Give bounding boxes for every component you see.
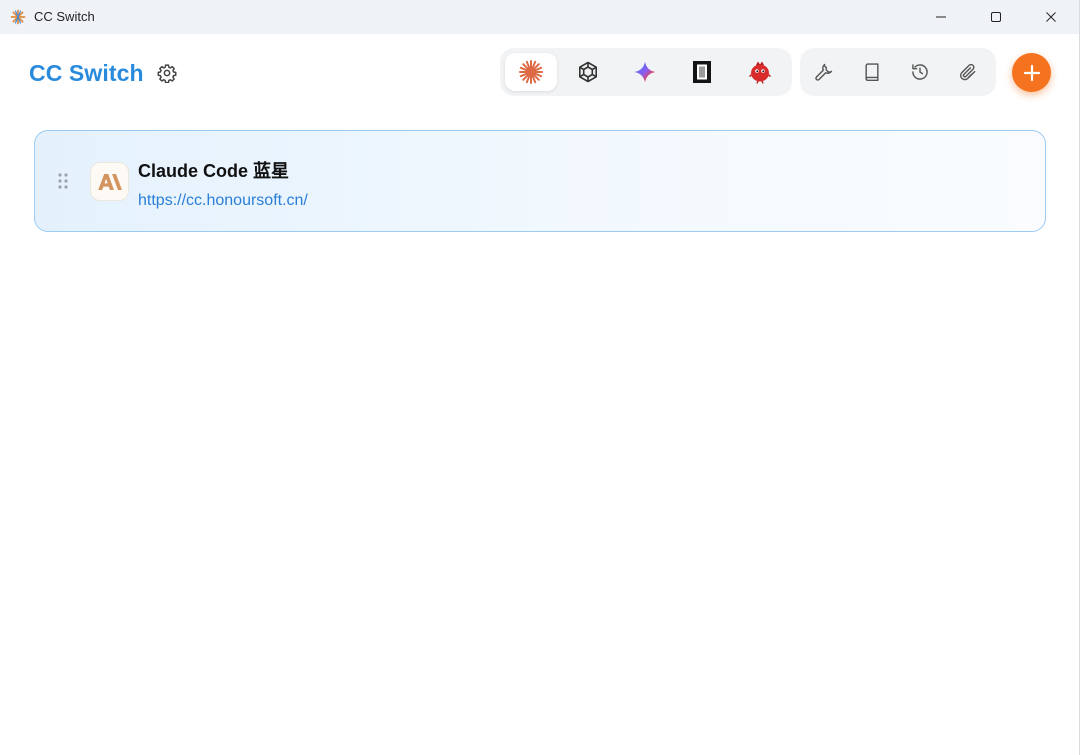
provider-card[interactable]: Claude Code 蓝星 https://cc.honoursoft.cn/ [34,130,1046,232]
app-tab-gemini[interactable] [619,53,671,91]
app-tab-claude[interactable] [505,53,557,91]
app-sunburst-icon [10,9,26,25]
app-brand-title: CC Switch [29,60,144,86]
plus-icon [1023,64,1040,81]
minimize-icon [936,16,946,18]
wrench-icon [815,63,833,81]
title-bar: CC Switch [0,0,1080,34]
book-icon [865,63,879,82]
drag-handle-icon[interactable] [57,171,69,191]
minimize-button[interactable] [914,0,968,34]
add-provider-button[interactable] [1012,53,1051,92]
app-tab-terminal[interactable] [676,53,728,91]
gemini-sparkle-icon [634,61,656,83]
maximize-button[interactable] [969,0,1023,34]
terminal-block-icon [693,61,711,83]
docs-button[interactable] [857,57,887,87]
app-switcher [500,48,792,96]
gear-icon [157,64,177,83]
settings-button[interactable] [154,60,180,86]
tools-toolbar [800,48,996,96]
claude-sunburst-icon [519,60,543,84]
history-button[interactable] [905,57,935,87]
app-tab-bot[interactable] [734,53,786,91]
window-title: CC Switch [34,9,95,24]
history-icon [912,64,928,80]
anthropic-logo-icon [97,173,122,190]
close-button[interactable] [1024,0,1078,34]
red-bird-icon [748,61,772,84]
provider-name: Claude Code 蓝星 [138,161,290,181]
tools-button[interactable] [809,57,839,87]
maximize-icon [991,12,1001,22]
provider-logo [90,162,129,201]
paperclip-icon [959,63,976,81]
provider-url-link[interactable]: https://cc.honoursoft.cn/ [138,192,308,210]
openai-knot-icon [579,61,597,83]
app-tab-codex[interactable] [562,53,614,91]
attachments-button[interactable] [953,57,983,87]
close-icon [1046,12,1056,22]
